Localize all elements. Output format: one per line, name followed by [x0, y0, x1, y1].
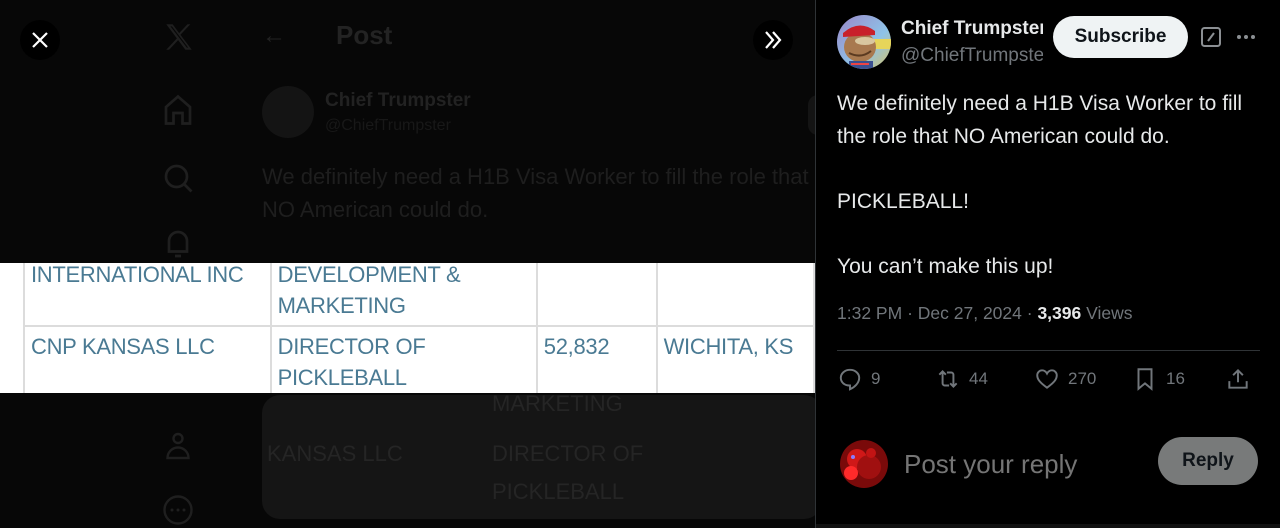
- author-handle[interactable]: @ChiefTrumpster: [901, 45, 1043, 67]
- meta-separator: ·: [1026, 303, 1033, 323]
- home-icon: [164, 94, 192, 125]
- table-cell-company: INTERNATIONAL INC: [23, 263, 272, 327]
- more-circle-icon: [163, 495, 193, 525]
- close-icon: [32, 32, 48, 48]
- post-meta: 1:32 PM · Dec 27, 2024 · 3,396 Views: [837, 303, 1133, 324]
- bookmark-icon: [1137, 368, 1153, 391]
- profile-icon: [166, 432, 190, 460]
- collapse-panel-button[interactable]: [753, 20, 793, 60]
- share-action[interactable]: [1225, 366, 1251, 392]
- double-chevron-right-icon: [765, 31, 782, 49]
- table-cell-title: DEVELOPMENT & MARKETING: [269, 263, 538, 327]
- back-arrow-icon: ←: [262, 22, 286, 49]
- table-cell-location: WICHITA, KS: [655, 325, 815, 393]
- current-user-avatar: [837, 437, 891, 491]
- author-name[interactable]: Chief Trumpster: [901, 18, 1043, 40]
- table-cell-title: DIRECTOR OF PICKLEBALL: [269, 325, 538, 393]
- table-row: INTERNATIONAL INC DEVELOPMENT & MARKETING: [23, 263, 815, 327]
- background-card-text: KANSAS LLC: [267, 441, 403, 466]
- reply-icon: [839, 368, 861, 391]
- table-row: CNP KANSAS LLC DIRECTOR OF PICKLEBALL 52,…: [23, 325, 815, 393]
- post-date[interactable]: Dec 27, 2024: [918, 303, 1022, 323]
- action-bar: 9 44 270 16: [837, 366, 1260, 400]
- table-cell-company: CNP KANSAS LLC: [23, 325, 272, 393]
- close-button[interactable]: [20, 20, 60, 60]
- subscribe-button[interactable]: Subscribe: [1053, 16, 1188, 58]
- background-edge: [808, 95, 815, 135]
- like-action[interactable]: 270: [1034, 366, 1096, 392]
- h1b-table: INTERNATIONAL INC DEVELOPMENT & MARKETING…: [23, 263, 815, 393]
- background-author-name: Chief Trumpster: [325, 90, 471, 111]
- reply-action[interactable]: 9: [837, 366, 880, 392]
- grok-icon[interactable]: [1199, 25, 1223, 49]
- bookmark-action[interactable]: 16: [1132, 366, 1185, 392]
- post-text: We definitely need a H1B Visa Worker to …: [837, 92, 1243, 278]
- post-time[interactable]: 1:32 PM: [837, 303, 902, 323]
- share-icon: [1228, 368, 1248, 389]
- background-image-card: MARKETING KANSAS LLC DIRECTOR OF PICKLEB…: [262, 391, 815, 519]
- reply-button[interactable]: Reply: [1158, 437, 1258, 485]
- bookmark-count: 16: [1166, 369, 1185, 388]
- media-viewer: ← Post Chief Trumpster @ChiefTrumpster W…: [0, 0, 1280, 528]
- background-post-text: We definitely need a H1B Visa Worker to …: [262, 164, 809, 222]
- background-author-handle: @ChiefTrumpster: [325, 117, 451, 134]
- notifications-icon: [167, 230, 189, 258]
- repost-count: 44: [969, 369, 988, 388]
- like-count: 270: [1068, 369, 1097, 388]
- meta-separator: ·: [907, 303, 913, 323]
- views-count: 3,396: [1037, 303, 1082, 323]
- views-label: Views: [1086, 303, 1133, 323]
- x-logo-icon: [166, 24, 192, 50]
- reply-input[interactable]: [904, 444, 1144, 484]
- table-cell-location: [655, 263, 815, 327]
- heart-icon: [1036, 369, 1058, 389]
- background-card-text: PICKLEBALL: [492, 479, 625, 504]
- search-icon: [164, 164, 193, 193]
- media-area: ← Post Chief Trumpster @ChiefTrumpster W…: [0, 0, 815, 528]
- background-card-text: DIRECTOR OF: [492, 441, 644, 466]
- panel-bottom-edge: [816, 524, 1280, 528]
- repost-action[interactable]: 44: [935, 366, 988, 392]
- repost-icon: [938, 370, 958, 388]
- table-cell-salary: [535, 263, 658, 327]
- divider: [837, 350, 1260, 351]
- post-image[interactable]: INTERNATIONAL INC DEVELOPMENT & MARKETING…: [0, 263, 815, 393]
- post-panel: Chief Trumpster @ChiefTrumpster Subscrib…: [815, 0, 1280, 528]
- table-cell-salary: 52,832: [535, 325, 658, 393]
- author-avatar[interactable]: [837, 15, 891, 69]
- background-avatar: [262, 86, 314, 138]
- more-options-icon[interactable]: [1234, 25, 1258, 49]
- background-page-title: Post: [336, 20, 393, 50]
- reply-count: 9: [871, 369, 881, 388]
